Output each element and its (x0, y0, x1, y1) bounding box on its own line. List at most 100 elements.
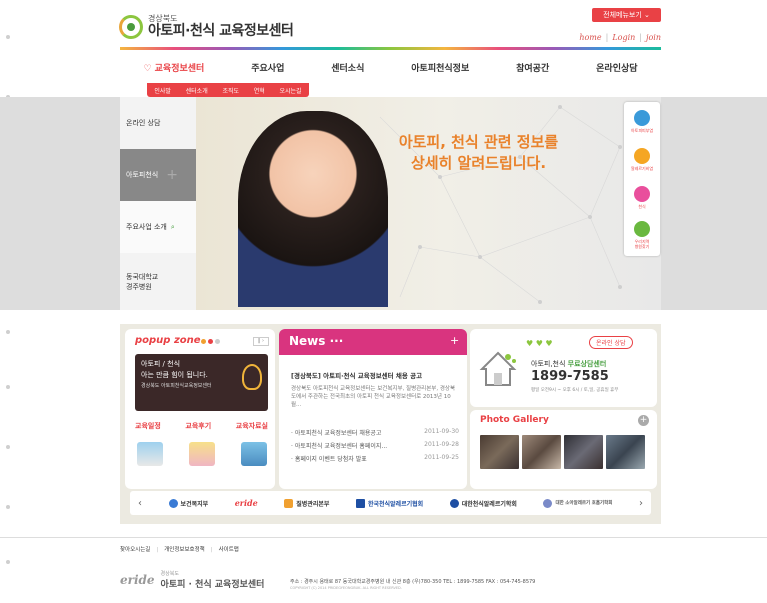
side-dot (6, 505, 10, 509)
news-item-date: 2011-09-28 (424, 441, 459, 448)
quick-label: 천식 (638, 203, 646, 209)
online-counsel-badge[interactable]: 온라인 상담 (589, 336, 633, 349)
news-headline[interactable]: [경상북도] 아토피·천식 교육정보센터 채용 공고 (291, 370, 456, 380)
side-dot (6, 445, 10, 449)
quick-atopic-dermatitis[interactable]: 아토피피부염 (624, 102, 660, 140)
partner-label: 한국천식알레르기협회 (367, 500, 424, 508)
subnav-organization[interactable]: 조직도 (222, 86, 239, 95)
news-box: News ··· + [경상북도] 아토피·천식 교육정보센터 채용 공고 경상… (279, 329, 467, 489)
kaaf-logo-icon (355, 498, 365, 508)
partner-label: eride (234, 498, 258, 508)
nav-item-online-counsel[interactable]: 온라인상담 (596, 61, 637, 74)
gallery-photo[interactable] (480, 435, 519, 469)
photo-gallery: Photo Gallery + (470, 410, 657, 489)
nav-label: 교육정보센터 (154, 63, 205, 74)
hero-menu-online-counsel[interactable]: 온라인 상담 (120, 97, 196, 149)
hero-menu-hospital[interactable]: 동국대학교 경주병원 (120, 253, 196, 310)
counsel-title-a: 아토피,천식 (531, 360, 568, 368)
all-menu-button[interactable]: 전체메뉴보기 ⌄ (592, 8, 661, 22)
gallery-title: Photo Gallery (480, 415, 549, 425)
quick-find-hospital[interactable]: 우리지역 병원찾기 (624, 216, 660, 254)
partner-kaaf[interactable]: 한국천식알레르기협회 (355, 498, 424, 508)
gallery-photo[interactable] (522, 435, 561, 469)
pager-dot[interactable] (208, 339, 213, 344)
cat-edu-schedule[interactable]: 교육일정 (135, 421, 161, 431)
hero-menu-atopy[interactable]: 아토피천식 + (120, 149, 196, 201)
stethoscope-icon (634, 109, 650, 126)
footer-link-privacy[interactable]: 개인정보보호정책 (164, 547, 204, 553)
site-logo[interactable]: 경상북도 아토피·천식 교육정보센터 (119, 14, 294, 40)
footer-links: 찾아오시는길 | 개인정보보호정책 | 사이트맵 (120, 547, 239, 553)
nav-item-education-center[interactable]: ♡ 교육정보센터 (143, 61, 204, 74)
chevron-left-icon[interactable]: ‹ (138, 498, 142, 509)
hospital-icon (634, 221, 650, 237)
gallery-photo[interactable] (564, 435, 603, 469)
side-dot (6, 330, 10, 334)
partner-label: 질병관리본부 (296, 500, 330, 508)
counsel-box: ♥ ♥ ♥ 온라인 상담 아토피,천식 무료상담센터 1899-7585 평일 … (470, 329, 657, 407)
quick-label: 알레르기비염 (630, 165, 654, 171)
news-header: News ··· (279, 329, 467, 355)
inhaler-icon (634, 185, 650, 202)
nav-item-atopy-info[interactable]: 아토피천식정보 (411, 61, 469, 74)
join-link[interactable]: join (646, 33, 661, 42)
home-link[interactable]: home (579, 33, 601, 42)
quick-label: 우리지역 병원찾기 (634, 239, 650, 249)
partner-kcdc[interactable]: 질병관리본부 (284, 498, 330, 508)
gallery-photos (480, 435, 645, 469)
leaf-hearts-icon: ♥ ♥ ♥ (526, 339, 553, 348)
partner-label: 대한 소아알레르기 호흡기학회 (555, 501, 613, 506)
nav-item-participation[interactable]: 참여공간 (516, 61, 549, 74)
footer-copyright: COPYRIGHT (C) 2014 PRIDEGYEONGBUK. ALL R… (290, 586, 402, 590)
footer-link-directions[interactable]: 찾아오시는길 (120, 547, 150, 553)
partner-mohw[interactable]: 보건복지부 (168, 498, 208, 508)
counsel-title: 아토피,천식 무료상담센터 (531, 359, 606, 369)
quick-allergic-rhinitis[interactable]: 알레르기비염 (624, 140, 660, 178)
partner-kapard[interactable]: 대한 소아알레르기 호흡기학회 (543, 498, 613, 508)
hero-banner: 아토피, 천식 관련 정보를 상세히 알려드립니다. 온라인 상담 아토피천식 +… (120, 97, 661, 310)
footer-address: 주소 : 경주시 용태로 87 동국대학교경주병원 내 신관 8층 (우)780… (290, 579, 536, 585)
news-item[interactable]: · 아토피천식 교육정보센터 채용공고 2011-09-30 (291, 428, 459, 441)
subnav-center-intro[interactable]: 센터소개 (186, 86, 208, 95)
hero-menu-label: 동국대학교 경주병원 (126, 272, 159, 291)
subnav-history[interactable]: 연혁 (254, 86, 265, 95)
pager-dot[interactable] (215, 339, 220, 344)
sub-nav: 인사말 센터소개 조직도 연혁 오시는길 (147, 83, 309, 97)
popup-pager[interactable] (201, 339, 220, 344)
cat-edu-reviews[interactable]: 교육후기 (185, 421, 211, 431)
cat-edu-materials[interactable]: 교육자료실 (236, 421, 268, 431)
lightbulb-icon (242, 364, 262, 390)
quick-asthma[interactable]: 천식 (624, 178, 660, 216)
subnav-directions[interactable]: 오시는길 (280, 86, 302, 95)
gallery-photo[interactable] (606, 435, 645, 469)
login-link[interactable]: Login (612, 33, 635, 42)
partner-banner: ‹ 보건복지부 eride 질병관리본부 한국천식알레르기협회 대한천식알레르기… (130, 491, 651, 515)
news-more-plus-icon[interactable]: + (450, 335, 461, 346)
news-item[interactable]: · 홈페이지 이벤트 당첨자 발표 2011-09-25 (291, 454, 459, 467)
top-links: home | Login | join (579, 33, 661, 42)
search-icon: ⌕ (170, 222, 175, 231)
footer-link-sitemap[interactable]: 사이트맵 (219, 547, 239, 553)
popup-play-pause[interactable]: ‖ › (253, 337, 269, 346)
speech-bubble-icon[interactable] (189, 442, 215, 466)
category-icons (137, 442, 267, 466)
popup-banner[interactable]: 아토피 / 천식 아는 만큼 힘이 됩니다. 경상북도 아토피천식교육정보센터 (135, 354, 268, 411)
books-icon[interactable] (241, 442, 267, 466)
subnav-greeting[interactable]: 인사말 (154, 86, 171, 95)
news-item-date: 2011-09-30 (424, 428, 459, 435)
heart-icon: ♡ (143, 63, 152, 74)
gallery-more-plus-icon[interactable]: + (638, 415, 649, 426)
news-summary: 경상북도 아토피천식 교육정보센터는 보건복지부, 질병관리본부, 경상북도에서… (291, 386, 456, 408)
nav-item-center-news[interactable]: 센터소식 (331, 61, 364, 74)
nav-item-main-projects[interactable]: 주요사업 (251, 61, 284, 74)
hero-menu-projects[interactable]: 주요사업 소개 ⌕ (120, 201, 196, 253)
chevron-right-icon[interactable]: › (639, 498, 643, 509)
news-item-title: · 홈페이지 이벤트 당첨자 발표 (291, 456, 367, 463)
popup-zone-title: popup zone (135, 335, 201, 346)
calendar-icon[interactable] (137, 442, 163, 466)
news-item[interactable]: · 아토피천식 교육정보센터 홈페이지... 2011-09-28 (291, 441, 459, 454)
footer-divider (0, 537, 767, 538)
partner-kaaai[interactable]: 대한천식알레르기학회 (449, 498, 517, 508)
partner-pride[interactable]: eride (235, 498, 258, 508)
pager-dot[interactable] (201, 339, 206, 344)
